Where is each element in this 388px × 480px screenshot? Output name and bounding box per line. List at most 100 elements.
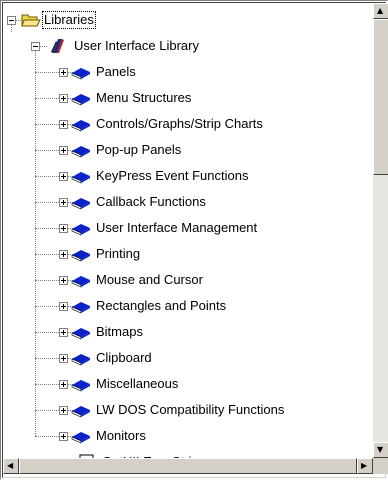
book-icon [71,194,91,210]
book-icon [71,168,91,184]
expander-vertical-bar [63,122,64,127]
tree-node-category[interactable]: LW DOS Compatibility Functions [71,397,285,423]
tree-node-label[interactable]: LW DOS Compatibility Functions [95,402,285,418]
scroll-left-button[interactable]: ◀ [3,458,19,474]
expander-vertical-bar [63,226,64,231]
expander-vertical-bar [63,434,64,439]
expander-horizontal-bar [9,20,14,21]
tree-node-label[interactable]: Rectangles and Points [95,298,227,314]
expander-vertical-bar [63,382,64,387]
tree-node-category[interactable]: Rectangles and Points [71,293,227,319]
book-icon [71,142,91,158]
tree-node-category[interactable]: Miscellaneous [71,371,179,397]
tree-node-category[interactable]: Menu Structures [71,85,192,111]
tree-node-category[interactable]: Callback Functions [71,189,207,215]
tree-node-category[interactable]: Bitmaps [71,319,144,345]
tree-node-function[interactable]: GetUILErrorString [77,449,207,458]
tree-node-label[interactable]: KeyPress Event Functions [95,168,249,184]
tree-line [35,202,59,203]
library-book-icon [47,38,67,54]
expander-vertical-bar [63,70,64,75]
tree-node-category[interactable]: Clipboard [71,345,153,371]
tree-line [35,176,59,177]
tree-node-label[interactable]: User Interface Management [95,220,258,236]
expander-vertical-bar [63,356,64,361]
left-arrow-icon: ◀ [7,461,14,470]
tree-node-category[interactable]: User Interface Management [71,215,258,241]
book-icon [71,272,91,288]
tree-node-libraries[interactable]: Libraries [21,7,96,33]
expander-vertical-bar [63,408,64,413]
expander-vertical-bar [63,174,64,179]
tree-node-label[interactable]: Bitmaps [95,324,144,340]
tree-line [35,306,59,307]
tree-view-frame: Libraries User Interface Library Panels Men… [0,0,388,480]
tree-node-label[interactable]: Printing [95,246,141,262]
tree-node-category[interactable]: Printing [71,241,141,267]
book-icon [71,220,91,236]
tree-node-label[interactable]: Mouse and Cursor [95,272,204,288]
tree-node-category[interactable]: Monitors [71,423,147,449]
book-icon [71,298,91,314]
book-icon [71,90,91,106]
expander-vertical-bar [63,148,64,153]
right-arrow-icon: ▶ [361,461,368,470]
tree-line [35,228,59,229]
library-tree: Libraries User Interface Library Panels Men… [3,3,373,458]
scroll-right-button[interactable]: ▶ [357,458,373,474]
tree-node-label[interactable]: Controls/Graphs/Strip Charts [95,116,264,132]
book-icon [71,350,91,366]
tree-line [39,46,47,47]
tree-line [35,358,59,359]
tree-line [35,124,59,125]
scrollbar-corner [373,458,388,474]
tree-node-label[interactable]: Libraries [42,11,96,29]
tree-node-category[interactable]: KeyPress Event Functions [71,163,249,189]
tree-node-category[interactable]: Pop-up Panels [71,137,182,163]
vertical-scrollbar[interactable]: ▲ ▼ [373,3,388,458]
tree-node-label[interactable]: Callback Functions [95,194,207,210]
expander-vertical-bar [63,252,64,257]
expander-vertical-bar [63,330,64,335]
down-arrow-icon: ▼ [377,445,384,454]
book-icon [71,402,91,418]
scroll-up-button[interactable]: ▲ [373,3,388,19]
tree-node-label[interactable]: Miscellaneous [95,376,179,392]
tree-line-root [11,25,12,32]
tree-line [35,280,59,281]
tree-node-user-interface-library[interactable]: User Interface Library [47,33,200,59]
tree-node-category[interactable]: Panels [71,59,137,85]
vertical-scroll-thumb[interactable] [373,19,388,175]
tree-line [35,384,59,385]
tree-node-category[interactable]: Mouse and Cursor [71,267,204,293]
tree-line [35,98,59,99]
tree-node-label[interactable]: Clipboard [95,350,153,366]
book-icon [71,246,91,262]
tree-node-label[interactable]: User Interface Library [73,38,200,54]
tree-line [35,410,59,411]
tree-line [35,72,59,73]
expander-vertical-bar [63,200,64,205]
book-icon [71,324,91,340]
expander-horizontal-bar [33,46,38,47]
tree-line [35,332,59,333]
horizontal-scrollbar[interactable]: ◀ ▶ [3,458,373,474]
tree-node-label[interactable]: Monitors [95,428,147,444]
horizontal-scroll-thumb[interactable] [19,458,357,474]
tree-line [35,150,59,151]
tree-node-label[interactable]: Menu Structures [95,90,192,106]
open-folder-icon [21,12,41,28]
book-icon [71,116,91,132]
tree-line [35,436,59,437]
tree-node-label[interactable]: Panels [95,64,137,80]
tree-line [35,254,59,255]
tree-line-library-children [35,51,36,436]
tree-node-category[interactable]: Controls/Graphs/Strip Charts [71,111,264,137]
expander-vertical-bar [63,96,64,101]
tree-node-label[interactable]: Pop-up Panels [95,142,182,158]
expander-vertical-bar [63,304,64,309]
book-icon [71,376,91,392]
book-icon [71,64,91,80]
up-arrow-icon: ▲ [377,6,384,15]
scroll-down-button[interactable]: ▼ [373,442,388,458]
